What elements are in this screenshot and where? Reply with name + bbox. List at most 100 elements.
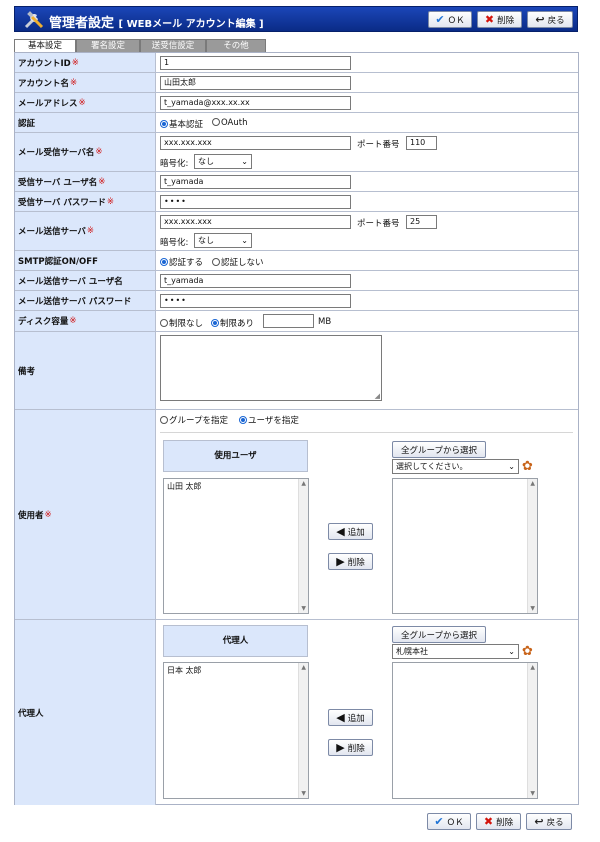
used-users-list[interactable]: 山田 太郎 ▲ ▼ [163,478,309,614]
ok-button-bottom[interactable]: ✔ ＯＫ [427,813,471,830]
row-notes: 備考 ◢ [15,332,578,410]
send-password-input[interactable]: •••• [160,294,351,308]
send-encryption-label: 暗号化: [160,238,189,248]
chevron-down-icon: ⌄ [508,647,515,656]
recv-encryption-select[interactable]: なし ⌄ [194,154,252,169]
list-item[interactable]: 山田 太郎 [167,481,305,492]
check-icon: ✔ [434,815,444,828]
group-settings-icon[interactable]: ✿ [522,459,537,474]
remove-proxy-button[interactable]: ▶ 削除 [328,739,373,756]
users-candidate-list[interactable]: ▲ ▼ [392,478,538,614]
recv-port-input[interactable]: 110 [406,136,437,150]
recv-user-input[interactable]: t_yamada [160,175,351,189]
send-user-input[interactable]: t_yamada [160,274,351,288]
smtp-auth-on-option[interactable]: 認証する [160,256,203,268]
send-server-input[interactable]: xxx.xxx.xxx [160,215,351,229]
x-icon: ✖ [484,13,495,26]
row-recv-server: メール受信サーバ名 ※ xxx.xxx.xxx ポート番号 110 暗号化: なし… [15,133,578,172]
send-port-input[interactable]: 25 [406,215,437,229]
send-password-label: メール送信サーバ パスワード [15,291,156,310]
radio-icon [160,319,168,327]
proxy-select-from-all-groups-button[interactable]: 全グループから選択 [392,626,486,643]
back-button-bottom[interactable]: ↩ 戻る [526,813,572,830]
scroll-down-icon[interactable]: ▼ [530,790,535,797]
triangle-left-icon: ◀ [336,525,345,538]
row-auth: 認証 基本認証 OAuth [15,113,578,133]
account-id-input[interactable]: 1 [160,56,351,70]
proxy-header: 代理人 [163,625,308,657]
radio-icon [160,416,168,424]
chevron-down-icon: ⌄ [508,462,515,471]
account-id-label: アカウントID ※ [15,53,156,72]
add-user-button[interactable]: ◀ 追加 [328,523,373,540]
users-divider [160,432,573,433]
row-account-name: アカウント名 ※ 山田太郎 [15,73,578,93]
users-group-select[interactable]: 選択してください。 ⌄ [392,459,519,474]
scroll-up-icon[interactable]: ▲ [530,664,535,671]
proxy-scrollbar[interactable]: ▲ ▼ [298,663,308,798]
ok-button-top[interactable]: ✔ ＯＫ [428,11,472,28]
radio-selected-icon [160,258,168,266]
notes-label: 備考 [15,332,156,409]
send-encryption-select[interactable]: なし ⌄ [194,233,252,248]
tab-send-receive-settings[interactable]: 送受信設定 [140,39,206,53]
mode-user-option[interactable]: ユーザを指定 [239,414,299,426]
proxy-group-select[interactable]: 札幌本社 ⌄ [392,644,519,659]
radio-selected-icon [160,120,168,128]
delete-button-top[interactable]: ✖ 削除 [477,11,522,28]
triangle-right-icon: ▶ [336,555,345,568]
proxy-candidate-list[interactable]: ▲ ▼ [392,662,538,799]
recv-password-input[interactable]: •••• [160,195,351,209]
tab-other[interactable]: その他 [206,39,266,53]
row-recv-user: 受信サーバ ユーザ名 ※ t_yamada [15,172,578,192]
return-arrow-icon: ↩ [534,815,544,828]
tab-basic-settings[interactable]: 基本設定 [14,39,76,53]
row-send-password: メール送信サーバ パスワード •••• [15,291,578,311]
proxy-candidate-scrollbar[interactable]: ▲ ▼ [527,663,537,798]
recv-server-input[interactable]: xxx.xxx.xxx [160,136,351,150]
disk-limited-option[interactable]: 制限あり [211,317,254,329]
notes-textarea[interactable]: ◢ [160,335,382,401]
delete-button-bottom[interactable]: ✖ 削除 [476,813,521,830]
row-email: メールアドレス ※ t_yamada@xxx.xx.xx [15,93,578,113]
scroll-up-icon[interactable]: ▲ [530,480,535,487]
row-users: 使用者 ※ グループを指定 ユーザを指定 使用ユーザ 山田 太郎 ▲ ▼ ◀ 追加 ▶… [15,410,578,620]
smtp-auth-label: SMTP認証ON/OFF [15,251,156,270]
resize-grip-icon[interactable]: ◢ [375,392,380,400]
scroll-down-icon[interactable]: ▼ [530,605,535,612]
group-settings-icon[interactable]: ✿ [522,644,537,659]
users-label: 使用者 ※ [15,410,156,619]
check-icon: ✔ [435,13,445,26]
row-disk-quota: ディスク容量 ※ 制限なし 制限あり MB [15,311,578,332]
scroll-up-icon[interactable]: ▲ [301,480,306,487]
email-input[interactable]: t_yamada@xxx.xx.xx [160,96,351,110]
email-label: メールアドレス ※ [15,93,156,112]
scroll-down-icon[interactable]: ▼ [301,790,306,797]
recv-server-label: メール受信サーバ名 ※ [15,133,156,171]
page-title: 管理者設定 [ WEBメール アカウント編集 ] [49,16,264,31]
radio-icon [212,118,220,126]
select-from-all-groups-button[interactable]: 全グループから選択 [392,441,486,458]
auth-basic-option[interactable]: 基本認証 [160,118,203,130]
mode-group-option[interactable]: グループを指定 [160,414,228,426]
disk-quota-input[interactable] [263,314,314,328]
remove-user-button[interactable]: ▶ 削除 [328,553,373,570]
users-candidate-scrollbar[interactable]: ▲ ▼ [527,479,537,613]
disk-quota-label: ディスク容量 ※ [15,311,156,331]
tab-signature-settings[interactable]: 署名設定 [76,39,140,53]
account-name-input[interactable]: 山田太郎 [160,76,351,90]
back-button-top[interactable]: ↩ 戻る [527,11,573,28]
auth-label: 認証 [15,113,156,132]
list-item[interactable]: 日本 太郎 [167,665,305,676]
send-server-label: メール送信サーバ ※ [15,212,156,250]
scroll-down-icon[interactable]: ▼ [301,605,306,612]
auth-oauth-option[interactable]: OAuth [212,118,247,128]
proxy-list[interactable]: 日本 太郎 ▲ ▼ [163,662,309,799]
disk-unlimited-option[interactable]: 制限なし [160,317,203,329]
page-subtitle: [ WEBメール アカウント編集 ] [118,19,264,30]
add-proxy-button[interactable]: ◀ 追加 [328,709,373,726]
recv-encryption-label: 暗号化: [160,159,189,169]
scroll-up-icon[interactable]: ▲ [301,664,306,671]
used-users-scrollbar[interactable]: ▲ ▼ [298,479,308,613]
smtp-auth-off-option[interactable]: 認証しない [212,256,264,268]
